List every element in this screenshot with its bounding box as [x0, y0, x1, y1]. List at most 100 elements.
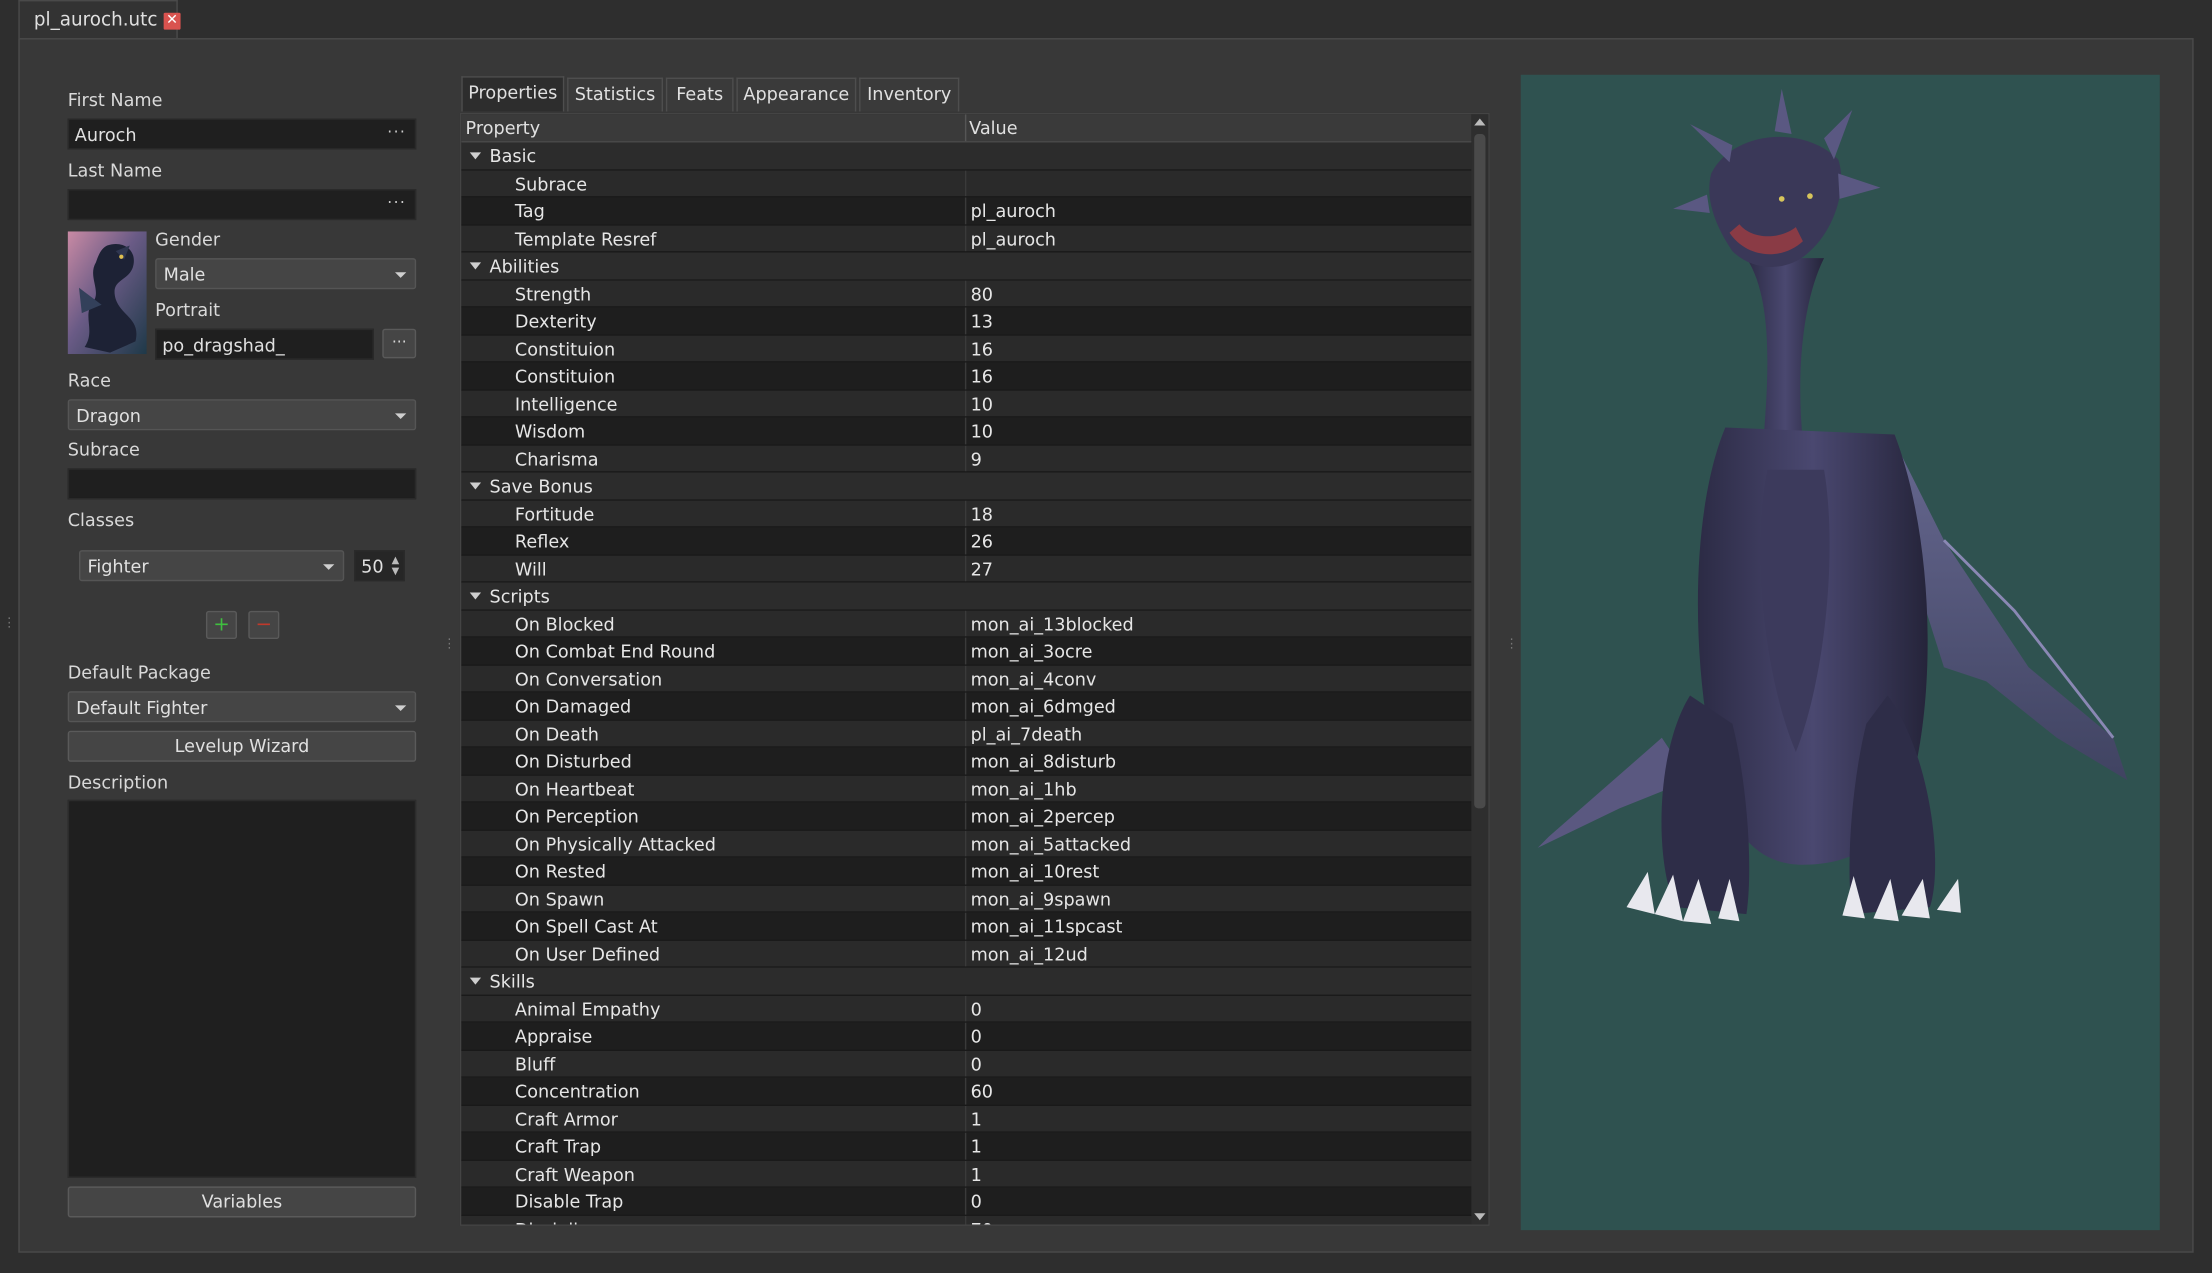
table-row[interactable]: Craft Trap 1	[461, 1132, 1472, 1161]
property-value[interactable]: 16	[971, 365, 993, 386]
property-value[interactable]: 1	[971, 1163, 982, 1184]
table-row[interactable]: On Disturbed mon_ai_8disturb	[461, 747, 1472, 776]
add-class-button[interactable]: +	[205, 610, 237, 640]
first-name-ellipsis-button[interactable]: ···	[387, 123, 406, 141]
expand-arrow-icon[interactable]	[469, 977, 482, 985]
table-row[interactable]: Disable Trap 0	[461, 1187, 1472, 1216]
property-value[interactable]: mon_ai_11spcast	[971, 916, 1123, 937]
first-name-field[interactable]: Auroch ···	[67, 118, 417, 150]
gender-select[interactable]: Male	[155, 258, 417, 290]
property-value[interactable]: mon_ai_2percep	[971, 806, 1115, 827]
table-row[interactable]: Reflex 26	[461, 527, 1472, 556]
table-group-row[interactable]: Abilities	[461, 252, 1472, 281]
tab-properties[interactable]: Properties	[461, 76, 565, 112]
levelup-wizard-button[interactable]: Levelup Wizard	[67, 730, 417, 762]
model-viewport[interactable]	[1520, 74, 2160, 1231]
table-row[interactable]: On Damaged mon_ai_6dmged	[461, 692, 1472, 721]
table-row[interactable]: Will 27	[461, 555, 1472, 583]
property-value[interactable]: 0	[971, 1053, 982, 1074]
portrait-field[interactable]: po_dragshad_	[155, 328, 374, 360]
table-row[interactable]: On Rested mon_ai_10rest	[461, 857, 1472, 886]
splitter-handle[interactable]: ⋮	[3, 617, 16, 630]
property-value[interactable]: mon_ai_1hb	[971, 778, 1077, 799]
property-value[interactable]: 0	[971, 1026, 982, 1047]
table-row[interactable]: Appraise 0	[461, 1022, 1472, 1051]
scroll-down-icon[interactable]	[1474, 1213, 1486, 1221]
property-value[interactable]: 16	[971, 338, 993, 359]
property-value[interactable]: mon_ai_3ocre	[971, 640, 1093, 661]
portrait-browse-button[interactable]: ···	[382, 328, 417, 359]
table-row[interactable]: Strength 80	[461, 280, 1472, 308]
property-value[interactable]: mon_ai_6dmged	[971, 695, 1116, 716]
table-row[interactable]: On Spawn mon_ai_9spawn	[461, 885, 1472, 913]
property-value[interactable]: mon_ai_13blocked	[971, 613, 1134, 634]
expand-arrow-icon[interactable]	[469, 262, 482, 270]
property-value[interactable]: 1	[971, 1136, 982, 1157]
table-row[interactable]: Bluff 0	[461, 1050, 1472, 1078]
tab-appearance[interactable]: Appearance	[736, 77, 857, 112]
table-row[interactable]: Tag pl_auroch	[461, 197, 1472, 226]
table-row[interactable]: On Heartbeat mon_ai_1hb	[461, 775, 1472, 803]
table-row[interactable]: On Perception mon_ai_2percep	[461, 802, 1472, 831]
last-name-field[interactable]: ···	[67, 189, 417, 221]
tab-feats[interactable]: Feats	[665, 77, 734, 112]
subrace-field[interactable]	[67, 468, 417, 500]
property-value[interactable]: mon_ai_9spawn	[971, 888, 1111, 909]
table-row[interactable]: Constituion 16	[461, 362, 1472, 391]
property-value[interactable]: 1	[971, 1108, 982, 1129]
table-group-row[interactable]: Skills	[461, 967, 1472, 996]
column-header-value[interactable]: Value	[969, 117, 1017, 138]
table-row[interactable]: Discipline 70	[461, 1215, 1472, 1225]
variables-button[interactable]: Variables	[67, 1186, 417, 1218]
table-row[interactable]: Craft Weapon 1	[461, 1160, 1472, 1188]
property-value[interactable]: 0	[971, 1191, 982, 1212]
property-value[interactable]: pl_ai_7death	[971, 723, 1083, 744]
table-row[interactable]: On Blocked mon_ai_13blocked	[461, 610, 1472, 638]
table-row[interactable]: Template Resref pl_auroch	[461, 225, 1472, 253]
last-name-ellipsis-button[interactable]: ···	[387, 193, 406, 211]
property-value[interactable]: mon_ai_8disturb	[971, 750, 1117, 771]
property-value[interactable]: 80	[971, 283, 993, 304]
close-icon[interactable]: ✕	[163, 12, 181, 30]
table-row[interactable]: On Conversation mon_ai_4conv	[461, 665, 1472, 693]
table-row[interactable]: Craft Armor 1	[461, 1105, 1472, 1133]
class-level-spinbox[interactable]: 50 ▲ ▼	[354, 550, 405, 582]
document-tab[interactable]: pl_auroch.utc ✕	[18, 0, 181, 39]
splitter-handle[interactable]: ⋮	[1505, 638, 1518, 651]
table-row[interactable]: Intelligence 10	[461, 390, 1472, 418]
splitter-handle[interactable]: ⋮	[443, 638, 456, 651]
column-header-property[interactable]: Property	[466, 117, 541, 138]
property-value[interactable]: 27	[971, 558, 993, 579]
property-value[interactable]: 10	[971, 420, 993, 441]
table-row[interactable]: On Physically Attacked mon_ai_5attacked	[461, 830, 1472, 858]
table-row[interactable]: Subrace	[461, 169, 1472, 198]
expand-arrow-icon[interactable]	[469, 152, 482, 160]
table-row[interactable]: Wisdom 10	[461, 417, 1472, 446]
table-row[interactable]: On Spell Cast At mon_ai_11spcast	[461, 912, 1472, 941]
property-value[interactable]: mon_ai_12ud	[971, 943, 1088, 964]
table-row[interactable]: On Death pl_ai_7death	[461, 720, 1472, 748]
property-value[interactable]: 9	[971, 448, 982, 469]
remove-class-button[interactable]: −	[248, 610, 280, 640]
description-textarea[interactable]	[67, 799, 417, 1178]
table-group-row[interactable]: Basic	[461, 142, 1472, 170]
table-row[interactable]: Animal Empathy 0	[461, 995, 1472, 1023]
default-package-select[interactable]: Default Fighter	[67, 691, 417, 723]
property-value[interactable]: mon_ai_5attacked	[971, 833, 1131, 854]
table-row[interactable]: On Combat End Round mon_ai_3ocre	[461, 637, 1472, 666]
property-value[interactable]: mon_ai_4conv	[971, 668, 1097, 689]
tab-inventory[interactable]: Inventory	[859, 77, 960, 112]
table-row[interactable]: Dexterity 13	[461, 307, 1472, 336]
property-value[interactable]: 18	[971, 503, 993, 524]
table-row[interactable]: Charisma 9	[461, 445, 1472, 473]
class-select[interactable]: Fighter	[78, 550, 345, 582]
property-value[interactable]: 13	[971, 310, 993, 331]
tab-statistics[interactable]: Statistics	[567, 77, 664, 112]
property-value[interactable]: pl_auroch	[971, 228, 1056, 249]
property-value[interactable]: 10	[971, 393, 993, 414]
race-select[interactable]: Dragon	[67, 399, 417, 431]
table-group-row[interactable]: Scripts	[461, 582, 1472, 611]
scrollbar-thumb[interactable]	[1474, 134, 1486, 809]
table-scrollbar[interactable]	[1471, 114, 1489, 1225]
expand-arrow-icon[interactable]	[469, 482, 482, 490]
